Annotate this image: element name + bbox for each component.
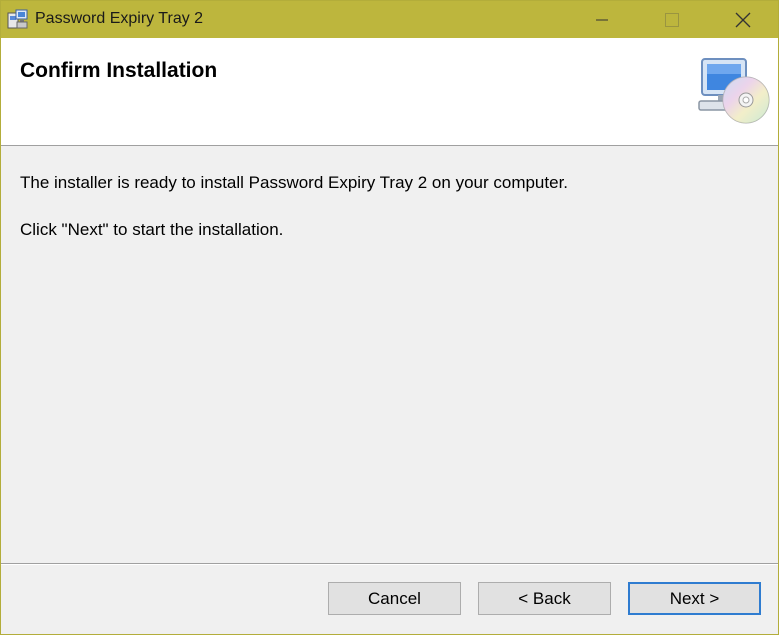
minimize-icon bbox=[596, 19, 608, 20]
footer-divider bbox=[1, 563, 778, 565]
page-title: Confirm Installation bbox=[20, 59, 218, 82]
ready-message: The installer is ready to install Passwo… bbox=[20, 173, 569, 192]
title-bar[interactable]: Password Expiry Tray 2 bbox=[1, 1, 778, 38]
installer-app-icon bbox=[7, 9, 28, 29]
window-title: Password Expiry Tray 2 bbox=[35, 10, 204, 27]
maximize-icon bbox=[665, 12, 679, 27]
maximize-button[interactable] bbox=[649, 1, 695, 38]
close-button[interactable] bbox=[720, 1, 766, 38]
cancel-button[interactable]: Cancel bbox=[328, 582, 461, 615]
close-icon bbox=[735, 12, 751, 27]
computer-cd-icon bbox=[698, 58, 770, 124]
header-banner: Confirm Installation bbox=[1, 38, 778, 146]
back-button[interactable]: < Back bbox=[478, 582, 611, 615]
minimize-button[interactable] bbox=[579, 1, 625, 38]
instruction-message: Click "Next" to start the installation. bbox=[20, 220, 284, 239]
next-button[interactable]: Next > bbox=[628, 582, 761, 615]
installer-window: Password Expiry Tray 2 Confirm Installat… bbox=[0, 0, 779, 635]
